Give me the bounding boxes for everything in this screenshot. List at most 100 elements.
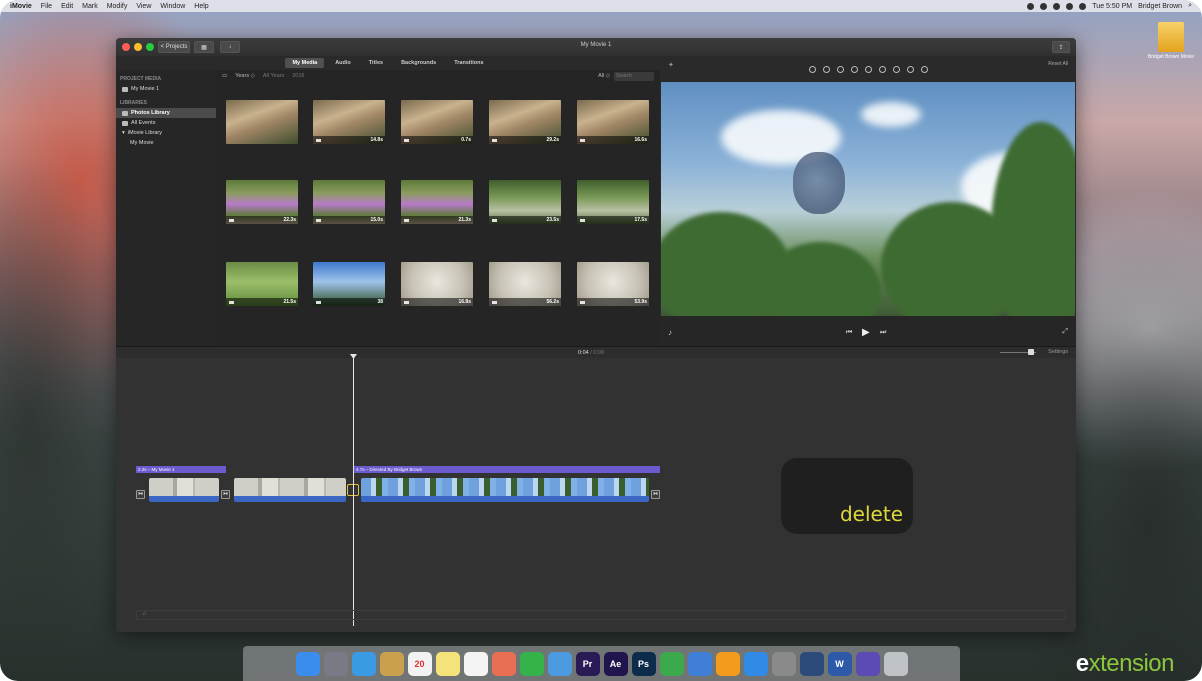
minimize-button[interactable] <box>134 43 142 51</box>
color-balance-icon[interactable] <box>808 65 816 73</box>
transition-icon[interactable]: ⧓ <box>221 490 230 499</box>
dock-icon-finder[interactable] <box>295 651 320 676</box>
menu-app-name[interactable]: iMovie <box>10 3 32 10</box>
dock-icon-trash[interactable] <box>883 651 908 676</box>
tab-backgrounds[interactable]: Backgrounds <box>394 58 443 68</box>
tab-my-media[interactable]: My Media <box>285 58 325 68</box>
status-icon[interactable] <box>1027 2 1035 10</box>
dock-icon-ibooks[interactable] <box>715 651 740 676</box>
title-clip[interactable]: 4.7s – Directed By Bridget Brown <box>354 466 660 473</box>
tab-titles[interactable]: Titles <box>362 58 390 68</box>
media-thumbnail[interactable]: 56.2s <box>489 262 561 306</box>
dock-icon-ae[interactable]: Ae <box>603 651 628 676</box>
microphone-icon[interactable]: ♪ <box>668 328 672 337</box>
dock-icon-messages[interactable] <box>547 651 572 676</box>
menu-edit[interactable]: Edit <box>61 3 73 10</box>
library-toggle-button[interactable]: ▦ <box>194 41 214 53</box>
menu-view[interactable]: View <box>136 3 151 10</box>
status-icon[interactable] <box>1053 2 1061 10</box>
media-thumbnail[interactable]: 0.7s <box>401 100 473 144</box>
media-thumbnail[interactable]: 23.5s <box>489 180 561 224</box>
stabilization-icon[interactable] <box>850 65 858 73</box>
media-thumbnail[interactable]: 17.5s <box>577 180 649 224</box>
search-input[interactable]: Search <box>614 71 654 81</box>
dock-icon-imovie[interactable] <box>855 651 880 676</box>
dock-icon-w[interactable]: W <box>827 651 852 676</box>
magic-wand-icon[interactable]: ✦ <box>668 61 676 69</box>
wifi-icon[interactable] <box>1066 2 1074 10</box>
menu-window[interactable]: Window <box>160 3 185 10</box>
dock-icon-launchpad[interactable] <box>323 651 348 676</box>
menu-clock[interactable]: Tue 5:50 PM <box>1092 3 1132 10</box>
menu-modify[interactable]: Modify <box>107 3 128 10</box>
dock-icon-pr[interactable]: Pr <box>575 651 600 676</box>
import-button[interactable]: ↓ <box>220 41 240 53</box>
reset-all-button[interactable]: Reset All <box>1048 61 1068 67</box>
media-thumbnail[interactable]: 38 <box>313 262 385 306</box>
sidebar-item-project[interactable]: My Movie 1 <box>116 84 216 94</box>
dock-icon-keynote[interactable] <box>687 651 712 676</box>
dock-icon-app-store[interactable] <box>743 651 768 676</box>
filter-popup[interactable]: All ◇ <box>598 73 610 79</box>
media-thumbnail[interactable]: 21.5s <box>226 262 298 306</box>
settings-button[interactable]: Settings <box>1048 349 1068 355</box>
dock-icon-stickies[interactable] <box>435 651 460 676</box>
dock-icon-ps[interactable]: Ps <box>631 651 656 676</box>
title-clip[interactable]: 2.2s – My Movie 1 <box>136 466 226 473</box>
crop-icon[interactable] <box>836 65 844 73</box>
volume-icon[interactable] <box>864 65 872 73</box>
video-clip[interactable] <box>361 478 649 502</box>
audio-track[interactable] <box>136 610 1066 620</box>
video-clip[interactable] <box>234 478 346 502</box>
media-thumbnail[interactable]: 14.8s <box>313 100 385 144</box>
noise-reduction-icon[interactable] <box>878 65 886 73</box>
year-label[interactable]: 2016 <box>292 73 304 79</box>
dock-icon-notes[interactable] <box>379 651 404 676</box>
media-thumbnail[interactable]: 22.3s <box>226 180 298 224</box>
dock-icon-reminders[interactable] <box>463 651 488 676</box>
menu-help[interactable]: Help <box>194 3 208 10</box>
media-thumbnail[interactable]: 15.0s <box>313 180 385 224</box>
media-thumbnail[interactable]: 29.2s <box>489 100 561 144</box>
media-thumbnail[interactable]: 21.3s <box>401 180 473 224</box>
zoom-slider-knob[interactable] <box>1028 349 1034 355</box>
video-clip[interactable] <box>149 478 219 502</box>
sidebar-item-my-movie[interactable]: My Movie <box>116 138 216 148</box>
volume-icon[interactable] <box>1079 2 1087 10</box>
play-icon[interactable]: ▶ <box>862 327 870 338</box>
dock-icon-20[interactable]: 20 <box>407 651 432 676</box>
tab-transitions[interactable]: Transitions <box>447 58 490 68</box>
sidebar-item-photos-library[interactable]: Photos Library <box>116 108 216 118</box>
tab-audio[interactable]: Audio <box>328 58 358 68</box>
dock-icon-photos[interactable] <box>491 651 516 676</box>
info-icon[interactable] <box>920 65 928 73</box>
sidebar-toggle-icon[interactable]: ▭ <box>222 73 227 79</box>
transition-icon[interactable]: ⧓ <box>651 490 660 499</box>
dock-icon-facetime[interactable] <box>519 651 544 676</box>
dock-icon-safari[interactable] <box>351 651 376 676</box>
dock-icon-numbers[interactable] <box>659 651 684 676</box>
status-icon[interactable] <box>1040 2 1048 10</box>
dock-icon-system-preferences[interactable] <box>771 651 796 676</box>
media-thumbnail[interactable]: 16.6s <box>577 100 649 144</box>
media-thumbnail[interactable]: 53.9s <box>577 262 649 306</box>
zoom-button[interactable] <box>146 43 154 51</box>
disclosure-triangle-icon[interactable]: ▾ <box>122 130 125 136</box>
menu-user[interactable]: Bridget Brown <box>1138 3 1182 10</box>
sidebar-item-all-events[interactable]: All Events <box>116 118 216 128</box>
projects-button[interactable]: < Projects <box>158 41 190 53</box>
fullscreen-icon[interactable]: ⤢ <box>1062 328 1068 336</box>
transition-icon[interactable]: ⧓ <box>136 490 145 499</box>
spotlight-icon[interactable]: ⌕ <box>1188 2 1192 10</box>
speed-icon[interactable] <box>892 65 900 73</box>
skip-back-icon[interactable]: ⏮ <box>846 329 852 337</box>
years-popup[interactable]: Years ◇ <box>235 73 255 79</box>
desktop-file[interactable]: Bridget Brown Movie <box>1146 22 1196 60</box>
media-thumbnail[interactable]: 16.8s <box>401 262 473 306</box>
clip-filter-icon[interactable] <box>906 65 914 73</box>
menu-mark[interactable]: Mark <box>82 3 98 10</box>
skip-forward-icon[interactable]: ⏭ <box>880 329 886 337</box>
dock-icon-quicktime[interactable] <box>799 651 824 676</box>
all-years-label[interactable]: All Years <box>263 73 284 79</box>
media-thumbnail[interactable] <box>226 100 298 144</box>
